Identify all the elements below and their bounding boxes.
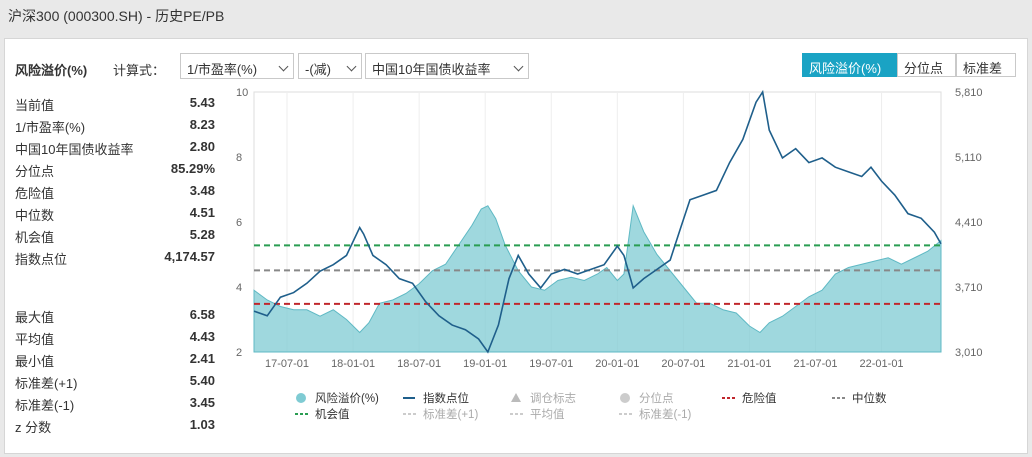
risk-premium-chart: 17-07-01 18-01-01 18-07-01 19-01-01 19-07-01… [236,87,983,421]
x-tick-label: 19-07-01 [529,358,573,370]
y-left-tick-label: 2 [236,347,242,359]
page-title: 沪深300 (000300.SH) - 历史PE/PB [8,8,225,24]
y-right-tick-label: 3,710 [955,282,983,294]
x-tick-label: 18-07-01 [397,358,441,370]
legend-label: 标准差(-1) [639,407,692,421]
x-tick-label: 19-01-01 [463,358,507,370]
y-left-tick-label: 8 [236,152,242,164]
legend-label: 标准差(+1) [423,407,478,421]
chart-panel: 风险溢价(%) 计算式： 1/市盈率(%) -(减) 中国10年国债收益率 风险… [4,38,1028,454]
legend-label: 风险溢价(%) [315,391,379,405]
x-tick-label: 20-01-01 [595,358,639,370]
legend-marker [296,393,306,403]
legend-label: 机会值 [315,407,350,421]
y-left-tick-label: 4 [236,282,242,294]
legend-marker [620,393,630,403]
x-tick-label: 18-01-01 [331,358,375,370]
y-right-tick-label: 3,010 [955,347,983,359]
x-tick-label: 21-07-01 [793,358,837,370]
y-left-tick-label: 6 [236,217,242,229]
legend-label: 危险值 [742,391,777,405]
x-tick-label: 21-01-01 [727,358,771,370]
x-tick-label: 20-07-01 [661,358,705,370]
legend-label: 指数点位 [423,391,469,405]
x-tick-label: 22-01-01 [860,358,904,370]
legend-label: 平均值 [530,408,565,421]
y-right-tick-label: 5,110 [955,152,982,164]
legend-label: 中位数 [852,391,887,405]
legend-label: 分位点 [639,391,674,405]
legend-label: 调仓标志 [530,391,576,405]
x-tick-label: 17-07-01 [265,358,309,370]
y-right-tick-label: 4,410 [955,217,983,229]
y-left-tick-label: 10 [236,87,248,99]
legend-marker [511,393,521,402]
y-right-tick-label: 5,810 [955,87,983,99]
risk-premium-area [253,203,942,353]
